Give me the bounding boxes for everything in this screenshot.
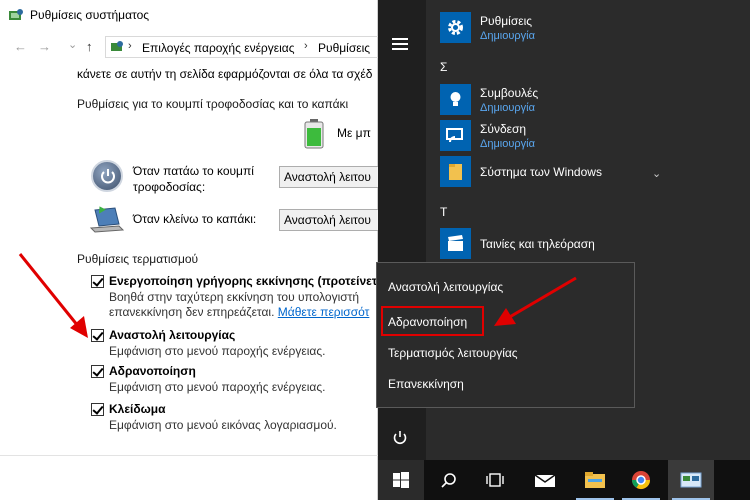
laptop-lid-icon [89, 206, 125, 233]
app-name: Ταινίες και τηλεόραση [480, 237, 595, 251]
group-letter[interactable]: Τ [440, 205, 447, 219]
app-subtitle: Δημιουργία [480, 30, 535, 42]
app-name: Σύνδεση [480, 122, 527, 136]
column-header-on-battery: Με μπ [337, 126, 371, 140]
forward-arrow-icon[interactable]: → [38, 39, 51, 55]
lightbulb-icon [440, 84, 471, 115]
power-button-action-select[interactable]: Αναστολή λειτου [279, 166, 378, 188]
power-button-icon [91, 160, 123, 192]
learn-more-link[interactable]: Μάθετε περισσότ [278, 305, 370, 319]
highlight-box [381, 306, 484, 336]
option-description-line1: Βοηθά στην ταχύτερη εκκίνηση του υπολογι… [109, 290, 360, 304]
section-heading-shutdown: Ρυθμίσεις τερματισμού [77, 252, 199, 266]
power-icon[interactable] [392, 430, 408, 446]
breadcrumb-item[interactable]: Ρυθμίσεις [318, 41, 370, 55]
option-description: Εμφάνιση στο μενού παροχής ενέργειας. [109, 344, 326, 358]
breadcrumb-separator-icon: › [128, 40, 132, 52]
intro-text: κάνετε σε αυτήν τη σελίδα εφαρμόζονται σ… [77, 67, 373, 81]
option-title: Αναστολή λειτουργίας [109, 328, 236, 342]
option-title: Αδρανοποίηση [109, 364, 196, 378]
app-name: Σύστημα των Windows [480, 165, 602, 179]
title-bar: Ρυθμίσεις συστήματος [0, 0, 378, 30]
menu-item-shutdown[interactable]: Τερματισμός λειτουργίας [388, 346, 518, 360]
hamburger-menu-icon[interactable] [392, 38, 408, 50]
lid-close-action-select[interactable]: Αναστολή λειτου [279, 209, 378, 231]
divider [0, 455, 378, 456]
option-description: Εμφάνιση στο μενού εικόνας λογαριασμού. [109, 418, 337, 432]
recent-dropdown-icon[interactable]: ⌄ [68, 37, 77, 53]
taskbar [378, 460, 750, 500]
back-arrow-icon[interactable]: ← [14, 39, 27, 55]
control-panel-window: Ρυθμίσεις συστήματος ← → ⌄ ↑ › Επιλογές … [0, 0, 378, 500]
lid-close-label: Όταν κλείνω το καπάκι: [133, 212, 257, 226]
windows-logo-icon[interactable] [378, 460, 424, 500]
chrome-icon[interactable] [618, 460, 664, 500]
system-settings-icon [9, 9, 23, 20]
chevron-down-icon[interactable]: ⌄ [652, 167, 661, 180]
breadcrumb-item[interactable]: Επιλογές παροχής ενέργειας [142, 41, 294, 55]
menu-item-restart[interactable]: Επανεκκίνηση [388, 377, 464, 391]
connect-icon [440, 120, 471, 151]
option-title: Ενεργοποίηση γρήγορης εκκίνησης (προτείν… [109, 274, 378, 288]
mail-icon[interactable] [522, 460, 568, 500]
sleep-checkbox[interactable] [91, 329, 104, 342]
fast-startup-checkbox[interactable] [91, 275, 104, 288]
app-name: Ρυθμίσεις [480, 14, 533, 28]
power-button-label-line2: τροφοδοσίας: [133, 180, 206, 194]
app-subtitle: Δημιουργία [480, 102, 535, 114]
section-heading-buttons: Ρυθμίσεις για το κουμπί τροφοδοσίας και … [77, 97, 349, 111]
task-view-icon[interactable] [472, 460, 518, 500]
power-button-label-line1: Όταν πατάω το κουμπί [133, 164, 254, 178]
battery-icon [304, 119, 324, 149]
power-button-label: Όταν πατάω το κουμπί τροφοδοσίας: [133, 163, 254, 195]
search-icon[interactable] [426, 460, 472, 500]
hibernate-checkbox[interactable] [91, 365, 104, 378]
control-panel-icon[interactable] [668, 460, 714, 500]
option-description: Εμφάνιση στο μενού παροχής ενέργειας. [109, 380, 326, 394]
breadcrumb-separator-icon: › [304, 40, 308, 52]
clapperboard-icon [440, 228, 471, 259]
up-arrow-icon[interactable]: ↑ [86, 39, 93, 55]
folder-icon [440, 156, 471, 187]
control-panel-icon [111, 41, 123, 51]
settings-content: κάνετε σε αυτήν τη σελίδα εφαρμόζονται σ… [0, 62, 378, 500]
app-subtitle: Δημιουργία [480, 138, 535, 150]
window-title: Ρυθμίσεις συστήματος [30, 8, 150, 22]
app-name: Συμβουλές [480, 86, 539, 100]
option-title: Κλείδωμα [109, 402, 166, 416]
lock-checkbox[interactable] [91, 403, 104, 416]
option-description-line2: επανεκκίνηση δεν επηρεάζεται. [109, 305, 275, 319]
gear-icon [440, 12, 471, 43]
group-letter[interactable]: Σ [440, 60, 447, 74]
option-description: Βοηθά στην ταχύτερη εκκίνηση του υπολογι… [109, 290, 369, 320]
address-bar[interactable]: › Επιλογές παροχής ενέργειας › Ρυθμίσεις [105, 36, 378, 58]
file-explorer-icon[interactable] [572, 460, 618, 500]
menu-item-sleep[interactable]: Αναστολή λειτουργίας [388, 280, 503, 294]
